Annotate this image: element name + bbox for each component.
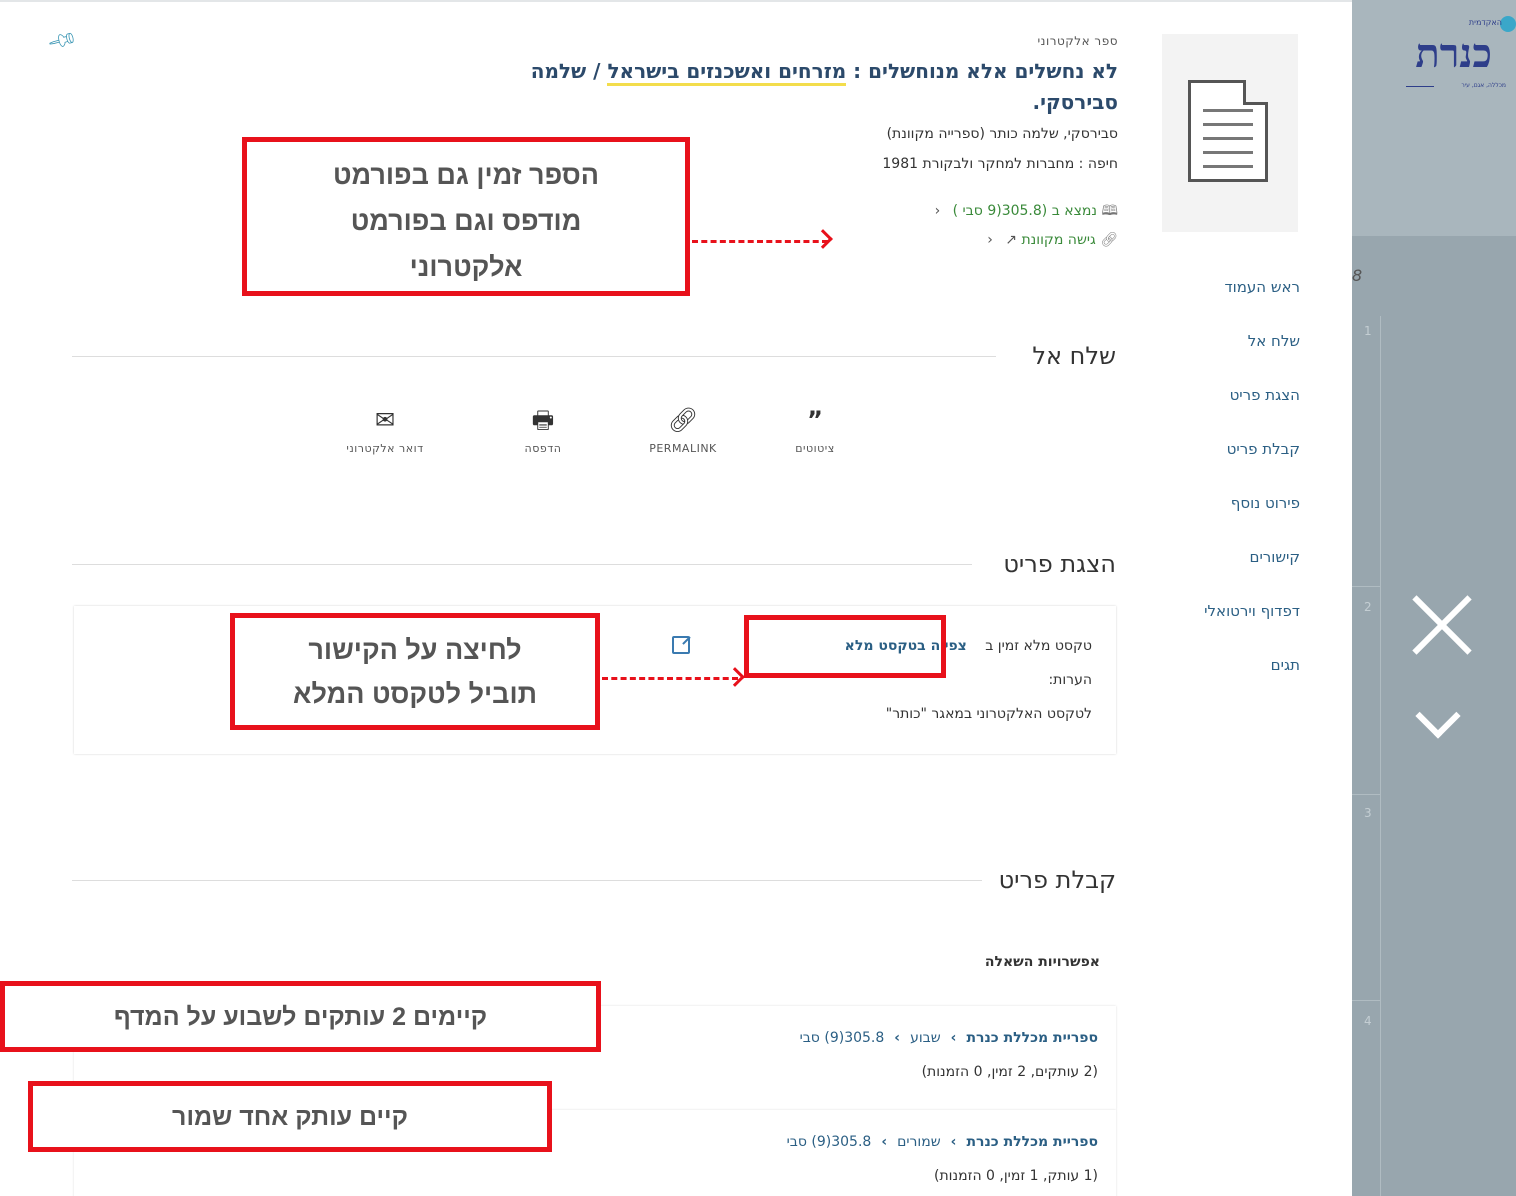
loan-options-heading: אפשרויות השאלה [984, 954, 1100, 970]
background-divider [1380, 316, 1381, 1196]
annotation-link-box: לחיצה על הקישור תוביל לטקסט המלא [230, 613, 600, 730]
quote-icon: ” [807, 406, 823, 434]
annotation-line: הספר זמין גם בפורמט [332, 160, 600, 190]
result-number: 4 [1364, 1014, 1372, 1028]
annotation-line: תוביל לטקסט המלא [293, 679, 537, 709]
logo-underline [1406, 86, 1434, 87]
top-divider [0, 0, 1516, 2]
title-main: לא נחשלים אלא מנוחשלים : [846, 59, 1118, 83]
annotation-reserve-box: קיים עותק אחד שמור [28, 1081, 552, 1152]
permalink-button[interactable]: 🔗︎ PERMALINK [628, 404, 738, 455]
nav-item-display[interactable]: הצגת פריט [1204, 384, 1300, 438]
annotation-arrow [602, 677, 738, 680]
nav-item-links[interactable]: קישורים [1204, 546, 1301, 600]
notes-text: לטקסט האלקטרוני במאגר "כותר" [885, 706, 1092, 722]
annotation-arrow [692, 240, 828, 243]
holding-library: ספריית מכללת כנרת [966, 1030, 1098, 1046]
nav-item-send-to[interactable]: שלח אל [1204, 330, 1300, 384]
holding-line: ספריית מכללת כנרת › שבוע › 305.8(9) סבי [800, 1030, 1098, 1046]
email-label: דואר אלקטרוני [346, 442, 424, 455]
online-access-label: גישה מקוונת [1021, 232, 1096, 248]
print-button[interactable]: 🖶︎ הדפסה [488, 404, 598, 455]
holding-location: שמורים [897, 1134, 941, 1150]
nav-item-virtual-browse[interactable]: דפדוף וירטואלי [1204, 600, 1300, 654]
background-divider [1352, 1000, 1380, 1001]
external-link-icon[interactable] [672, 636, 690, 654]
result-number: 1 [1364, 324, 1372, 338]
close-icon[interactable] [1406, 590, 1476, 660]
section-divider [72, 356, 996, 357]
nav-item-tags[interactable]: תגים [1204, 654, 1300, 708]
section-divider [72, 880, 982, 881]
logo-mark-icon [1500, 16, 1516, 32]
print-icon: 🖶︎ [531, 406, 555, 434]
record-type: ספר אלקטרוני [1037, 34, 1118, 48]
section-title-send-to: שלח אל [1032, 342, 1116, 370]
section-title-display: הצגת פריט [1003, 550, 1116, 578]
fulltext-prefix: טקסט מלא זמין ב [985, 638, 1092, 654]
annotation-line: אלקטרוני [409, 252, 523, 282]
annotation-format-box: הספר זמין גם בפורמט מודפס וגם בפורמט אלק… [242, 137, 690, 296]
notes-label: הערות: [1048, 672, 1092, 688]
result-number: 3 [1364, 806, 1372, 820]
holding-call-number: 305.8(9) סבי [786, 1134, 872, 1150]
result-number: 2 [1364, 600, 1372, 614]
nav-item-details[interactable]: פירוט נוסף [1204, 492, 1300, 546]
mail-icon: ✉ [374, 406, 396, 434]
title-highlight: מזרחים ואשכנזים בישראל [607, 59, 847, 86]
section-title-get-it: קבלת פריט [998, 866, 1116, 894]
background-number: 8 [1352, 266, 1363, 285]
holding-location: שבוע [910, 1030, 941, 1046]
record-section-nav: ראש העמוד שלח אל הצגת פריט קבלת פריט פיר… [1204, 276, 1300, 708]
annotation-line: לחיצה על הקישור [308, 635, 522, 665]
pin-icon[interactable]: 📌︎ [46, 23, 80, 56]
chevron-right-icon: › [894, 1030, 901, 1046]
holding-library: ספריית מכללת כנרת [966, 1134, 1098, 1150]
citation-button[interactable]: ” ציטוטים [760, 404, 870, 455]
chevron-right-icon: › [950, 1134, 957, 1150]
logo-text: כנרת [1415, 30, 1492, 77]
chevron-right-icon: › [881, 1134, 888, 1150]
annotation-copies-box: קיימים 2 עותקים לשבוע על המדף [0, 981, 601, 1052]
book-icon: 🕮︎ [1101, 203, 1118, 219]
holding-line: ספריית מכללת כנרת › שמורים › 305.8(9) סבי [787, 1134, 1098, 1150]
print-label: הדפסה [524, 442, 562, 455]
email-button[interactable]: ✉ דואר אלקטרוני [330, 404, 440, 455]
section-divider [72, 564, 972, 565]
nav-item-top[interactable]: ראש העמוד [1204, 276, 1300, 330]
holding-summary: (2 עותקים, 2 זמין, 0 הזמנות) [921, 1064, 1098, 1080]
chevron-left-icon: ‹ [987, 232, 993, 248]
permalink-label: PERMALINK [649, 442, 717, 455]
annotation-line: מודפס וגם בפורמט [350, 206, 582, 236]
logo-tagline: מכללה, אגם, עיר [1461, 82, 1506, 89]
book-cover-thumbnail [1162, 34, 1298, 232]
send-to-actions: ✉ דואר אלקטרוני 🖶︎ הדפסה 🔗︎ PERMALINK ” … [330, 404, 860, 474]
link-icon: 🔗︎ [667, 406, 699, 434]
chevron-left-icon: ‹ [934, 203, 941, 219]
logo-small-text: האקדמית [1468, 18, 1502, 27]
citation-label: ציטוטים [795, 442, 835, 455]
link-icon: 🔗︎ [1100, 232, 1118, 248]
background-divider [1352, 586, 1380, 587]
chevron-right-icon: › [950, 1030, 957, 1046]
document-icon [1188, 80, 1268, 182]
record-title[interactable]: לא נחשלים אלא מנוחשלים : מזרחים ואשכנזים… [440, 56, 1118, 118]
holding-summary: (1 עותק, 1 זמין, 0 הזמנות) [934, 1168, 1098, 1184]
holding-call-number: 305.8(9) סבי [799, 1030, 885, 1046]
chevron-down-icon[interactable] [1412, 693, 1468, 750]
nav-item-get-it[interactable]: קבלת פריט [1204, 438, 1300, 492]
external-link-icon: ↗ [1005, 232, 1018, 248]
kinneret-logo[interactable]: האקדמית כנרת מכללה, אגם, עיר [1400, 10, 1516, 90]
annotation-highlight-box [744, 615, 946, 678]
background-divider [1352, 794, 1380, 795]
availability-status: נמצא ב (305.8(9 סבי ) [952, 203, 1098, 219]
